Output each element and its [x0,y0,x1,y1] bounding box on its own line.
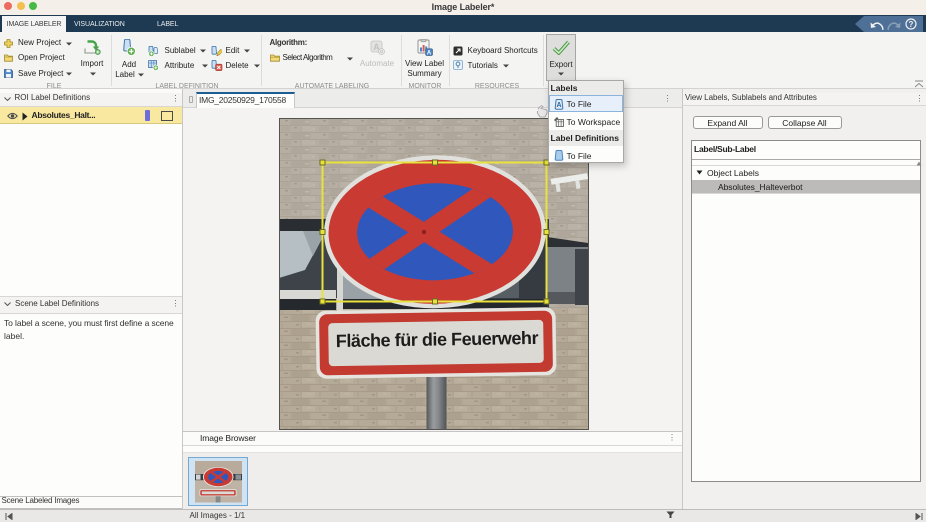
svg-text:A: A [426,50,431,56]
svg-text:?: ? [909,20,914,29]
svg-text:A: A [556,102,561,109]
